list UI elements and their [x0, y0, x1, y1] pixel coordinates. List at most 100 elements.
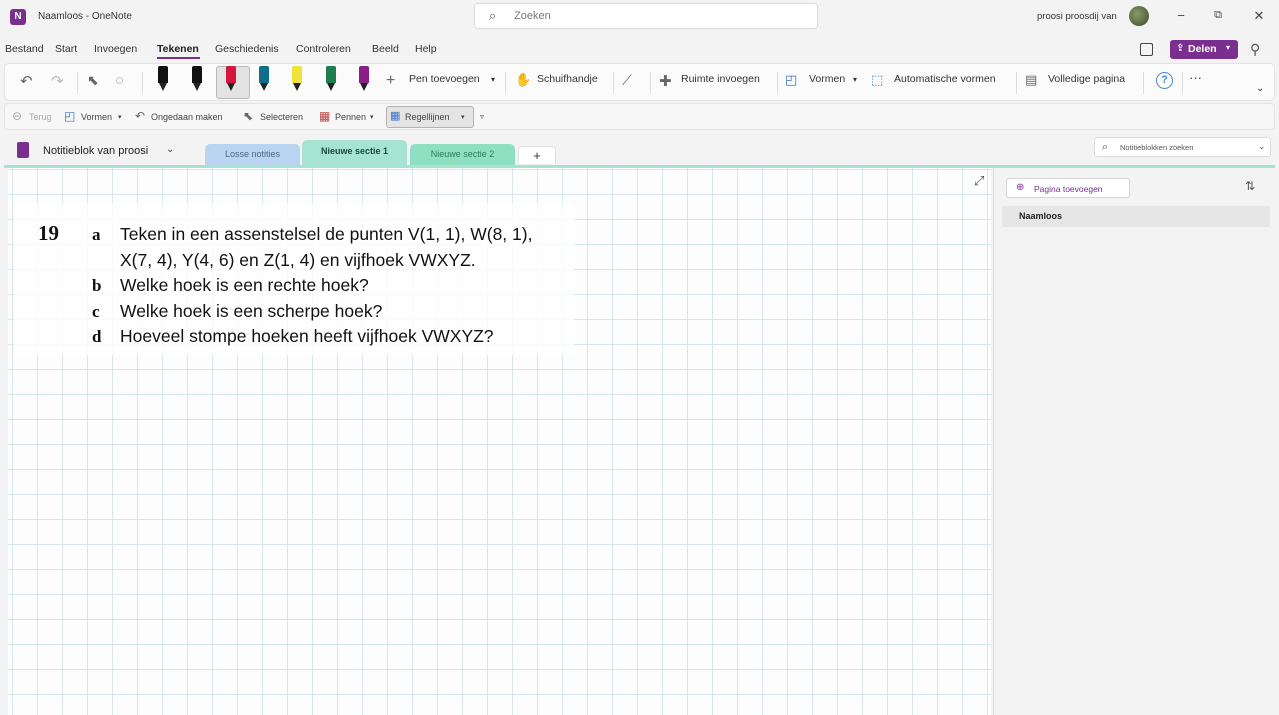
expand-ribbon-chevron-icon[interactable]: ⌄ [1256, 83, 1264, 94]
divider [1016, 72, 1017, 94]
pen-red[interactable] [223, 66, 239, 94]
exercise-a-line2: X(7, 4), Y(4, 6) en Z(1, 4) en vijfhoek … [120, 250, 476, 270]
chevron-down-icon[interactable]: ⌄ [1258, 141, 1266, 152]
expand-icon[interactable]: ⤢ [974, 173, 984, 189]
menu-invoegen[interactable]: Invoegen [94, 43, 137, 55]
search-icon: ⌕ [489, 8, 497, 23]
quick-undo-button[interactable]: Ongedaan maken [151, 112, 223, 122]
auto-shapes-button[interactable]: Automatische vormen [894, 73, 996, 85]
chevron-down-icon[interactable]: ▾ [461, 113, 465, 121]
notebook-search-placeholder: Notitieblokken zoeken [1120, 143, 1194, 152]
exercise-letter-a: a [92, 225, 101, 244]
shapes-button[interactable]: Vormen [809, 73, 845, 85]
notebook-selector[interactable]: Notitieblok van proosi [43, 145, 148, 157]
page-list-item[interactable]: Naamloos [1002, 206, 1270, 227]
chevron-down-icon: ▾ [1226, 43, 1231, 52]
menu-help[interactable]: Help [415, 43, 437, 55]
full-page-button[interactable]: Volledige pagina [1048, 73, 1125, 85]
minimize-button[interactable]: − [1171, 8, 1191, 23]
add-pen-button[interactable]: Pen toevoegen [409, 73, 480, 85]
pen-teal[interactable] [256, 66, 272, 94]
avatar[interactable] [1129, 6, 1149, 26]
chevron-down-icon[interactable]: ▾ [370, 113, 374, 121]
divider [505, 72, 506, 94]
close-button[interactable]: ✕ [1249, 8, 1269, 24]
more-options-icon[interactable]: ··· [1189, 70, 1202, 85]
redo-icon[interactable]: ↷ [51, 72, 64, 90]
chevron-down-icon[interactable]: ▾ [853, 75, 857, 84]
shapes-icon: ◰ [785, 72, 798, 87]
user-name[interactable]: proosi proosdij van [1037, 11, 1117, 22]
insert-space-icon: ✚ [659, 73, 672, 90]
title-bar: N Naamloos - OneNote ⌕ Zoeken proosi pro… [0, 0, 1279, 34]
restore-button[interactable]: ⧉ [1208, 9, 1228, 22]
back-icon: ⊖ [12, 109, 23, 123]
insert-space-button[interactable]: Ruimte invoegen [681, 73, 760, 85]
add-section-button[interactable]: + [518, 146, 556, 164]
pen-black-1[interactable] [155, 66, 171, 94]
menu-geschiedenis[interactable]: Geschiedenis [215, 43, 279, 55]
back-button[interactable]: Terug [29, 112, 52, 122]
search-input[interactable]: ⌕ Zoeken [474, 3, 818, 29]
ruled-lines-icon: ▦ [390, 110, 401, 122]
notebook-icon [17, 142, 29, 158]
feedback-icon[interactable]: ⚲ [1250, 41, 1260, 58]
tab-nieuwe-sectie-2[interactable]: Nieuwe sectie 2 [410, 144, 515, 165]
customize-quickbar-icon[interactable]: ▿ [480, 112, 484, 121]
add-pen-icon: + [386, 72, 396, 89]
active-menu-indicator [157, 57, 200, 59]
draw-ribbon: ↶ ↷ ⬉ ○ + Pen toevoegen ▾ ✋ Schuifhandje… [4, 63, 1275, 101]
select-cursor-icon: ⬉ [243, 109, 254, 123]
exercise-letter-c: c [92, 302, 100, 321]
chevron-down-icon[interactable]: ⌄ [166, 144, 174, 155]
exercise-b-text: Welke hoek is een rechte hoek? [120, 275, 369, 295]
add-page-button[interactable]: ⊕ Pagina toevoegen [1006, 178, 1130, 198]
divider [777, 72, 778, 94]
ruler-icon[interactable]: ⟋ [622, 72, 632, 89]
divider [77, 72, 78, 94]
divider [613, 72, 614, 94]
chevron-down-icon[interactable]: ▾ [491, 75, 495, 84]
pen-green[interactable] [323, 66, 339, 94]
notebook-search-input[interactable]: ⌕ Notitieblokken zoeken ⌄ [1094, 137, 1271, 157]
chevron-down-icon[interactable]: ▾ [118, 113, 122, 121]
quick-select-button[interactable]: Selecteren [260, 112, 303, 122]
add-page-icon: ⊕ [1016, 182, 1025, 193]
eraser-search-icon[interactable]: ○ [115, 72, 124, 89]
share-button[interactable]: ⇪ Delen ▾ [1170, 40, 1238, 59]
menu-tekenen[interactable]: Tekenen [157, 43, 199, 55]
help-icon[interactable]: ? [1156, 72, 1173, 89]
full-page-icon: ▤ [1025, 72, 1038, 87]
onenote-app-icon: N [10, 9, 26, 25]
auto-shapes-icon: ⬚ [871, 72, 884, 87]
tab-losse-notities[interactable]: Losse notities [205, 144, 300, 165]
menu-beeld[interactable]: Beeld [372, 43, 399, 55]
undo-icon[interactable]: ↶ [20, 72, 33, 90]
add-page-label: Pagina toevoegen [1034, 184, 1103, 194]
pan-hand-button[interactable]: Schuifhandje [537, 73, 598, 85]
exercise-number: 19 [38, 221, 59, 245]
pen-black-2[interactable] [189, 66, 205, 94]
lasso-select-icon[interactable]: ⬉ [87, 72, 99, 89]
tab-nieuwe-sectie-1[interactable]: Nieuwe sectie 1 [302, 140, 407, 165]
highlighter-yellow[interactable] [289, 66, 305, 94]
exercise-d-text: Hoeveel stompe hoeken heeft vijfhoek VWX… [120, 326, 494, 346]
quick-pens-button[interactable]: Pennen [335, 112, 366, 122]
hand-icon: ✋ [515, 72, 532, 87]
menu-bestand[interactable]: Bestand [5, 43, 44, 55]
ruled-lines-button[interactable]: Regellijnen [405, 112, 450, 122]
menu-start[interactable]: Start [55, 43, 77, 55]
window-title: Naamloos - OneNote [38, 11, 132, 22]
pens-icon: ▦ [319, 109, 331, 123]
page-list-panel [993, 168, 1275, 715]
tab-label: Nieuwe sectie 1 [320, 146, 389, 156]
exercise-letter-b: b [92, 276, 102, 295]
pen-purple[interactable] [356, 66, 372, 94]
menu-controleren[interactable]: Controleren [296, 43, 351, 55]
share-label: Delen [1188, 43, 1217, 55]
divider [650, 72, 651, 94]
quick-shapes-button[interactable]: Vormen [81, 112, 112, 122]
sort-icon[interactable]: ⇅ [1245, 179, 1255, 193]
exercise-a-line1: Teken in een assenstelsel de punten V(1,… [120, 224, 533, 244]
sticky-notes-icon[interactable] [1140, 43, 1153, 56]
